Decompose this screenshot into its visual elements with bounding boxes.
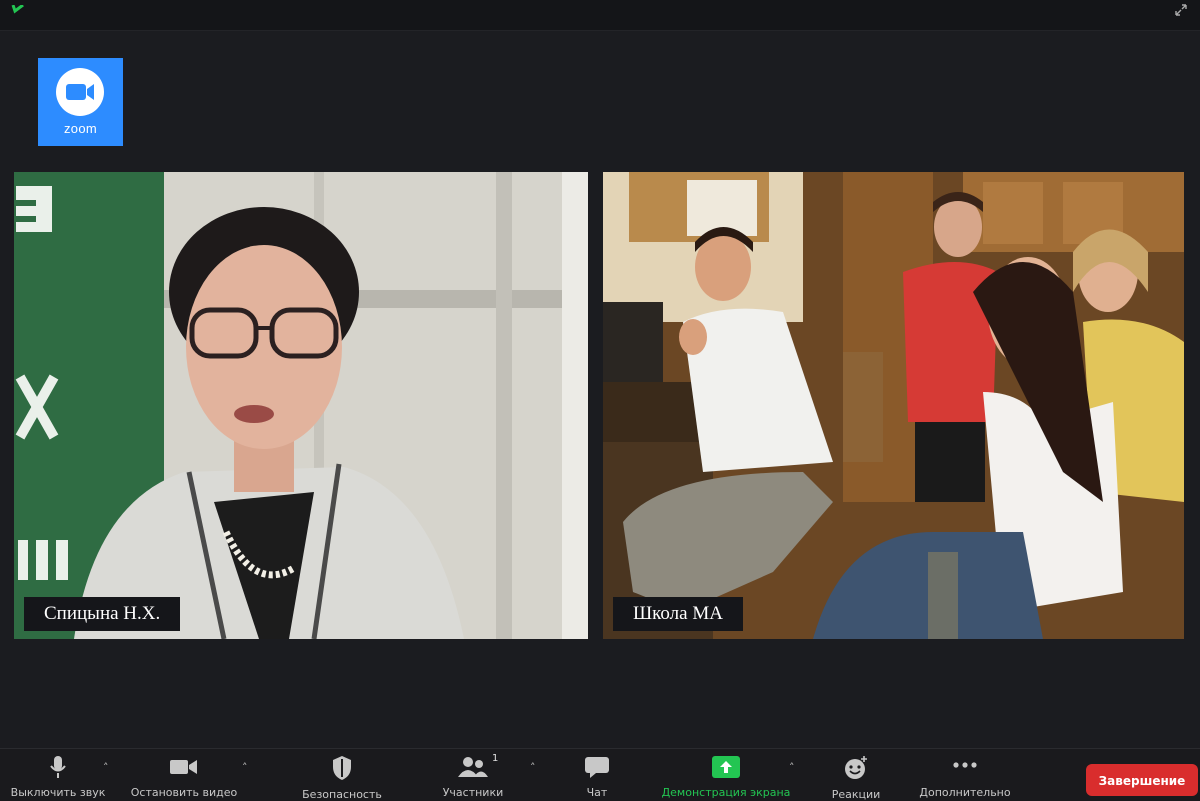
participants-options-caret[interactable]: ˄ — [530, 761, 536, 774]
mute-button[interactable]: Выключить звук — [10, 755, 106, 799]
video-options-caret[interactable]: ˄ — [242, 761, 248, 774]
stop-video-button[interactable]: Остановить видео — [124, 755, 244, 799]
share-options-caret[interactable]: ˄ — [789, 761, 795, 774]
more-icon — [906, 755, 1024, 779]
chat-button[interactable]: Чат — [566, 755, 628, 799]
participant-name-tag: Спицына Н.Х. — [24, 597, 181, 631]
speaker-video-feed — [14, 172, 588, 639]
meeting-toolbar: Выключить звук ˄ Остановить видео ˄ Безо… — [0, 748, 1200, 801]
security-label: Безопасность — [302, 788, 382, 801]
stop-video-label: Остановить видео — [130, 786, 238, 799]
video-tile-speaker[interactable]: Спицына Н.Х. — [14, 172, 588, 639]
share-screen-icon — [646, 755, 806, 779]
video-camera-icon — [124, 755, 244, 779]
participants-label: Участники — [442, 786, 504, 799]
more-button[interactable]: Дополнительно — [906, 755, 1024, 799]
microphone-icon — [10, 755, 106, 779]
zoom-camera-icon — [55, 67, 105, 121]
mute-label: Выключить звук — [10, 786, 106, 799]
participants-button[interactable]: Участники — [420, 755, 526, 799]
zoom-wordmark: zoom — [64, 121, 97, 136]
participant-name-tag: Школа МА — [613, 597, 743, 631]
share-screen-button[interactable]: Демонстрация экрана — [646, 755, 806, 799]
shield-icon[interactable] — [10, 0, 26, 19]
security-shield-icon — [282, 755, 402, 781]
audio-options-caret[interactable]: ˄ — [103, 761, 109, 774]
window-top-bar — [0, 0, 1200, 31]
expand-icon[interactable] — [1174, 2, 1188, 21]
reactions-label: Реакции — [831, 788, 881, 801]
chat-icon — [566, 755, 628, 779]
chat-label: Чат — [586, 786, 608, 799]
participants-icon — [420, 755, 526, 779]
participants-count: 1 — [492, 753, 499, 764]
reactions-icon — [818, 755, 894, 781]
zoom-logo: zoom — [38, 58, 123, 146]
reactions-button[interactable]: Реакции — [818, 755, 894, 801]
group-video-feed — [603, 172, 1184, 639]
more-label: Дополнительно — [919, 786, 1011, 799]
security-button[interactable]: Безопасность — [282, 755, 402, 801]
video-tile-group[interactable]: Школа МА — [603, 172, 1184, 639]
share-screen-label: Демонстрация экрана — [661, 786, 791, 799]
end-meeting-button[interactable]: Завершение — [1086, 764, 1198, 796]
